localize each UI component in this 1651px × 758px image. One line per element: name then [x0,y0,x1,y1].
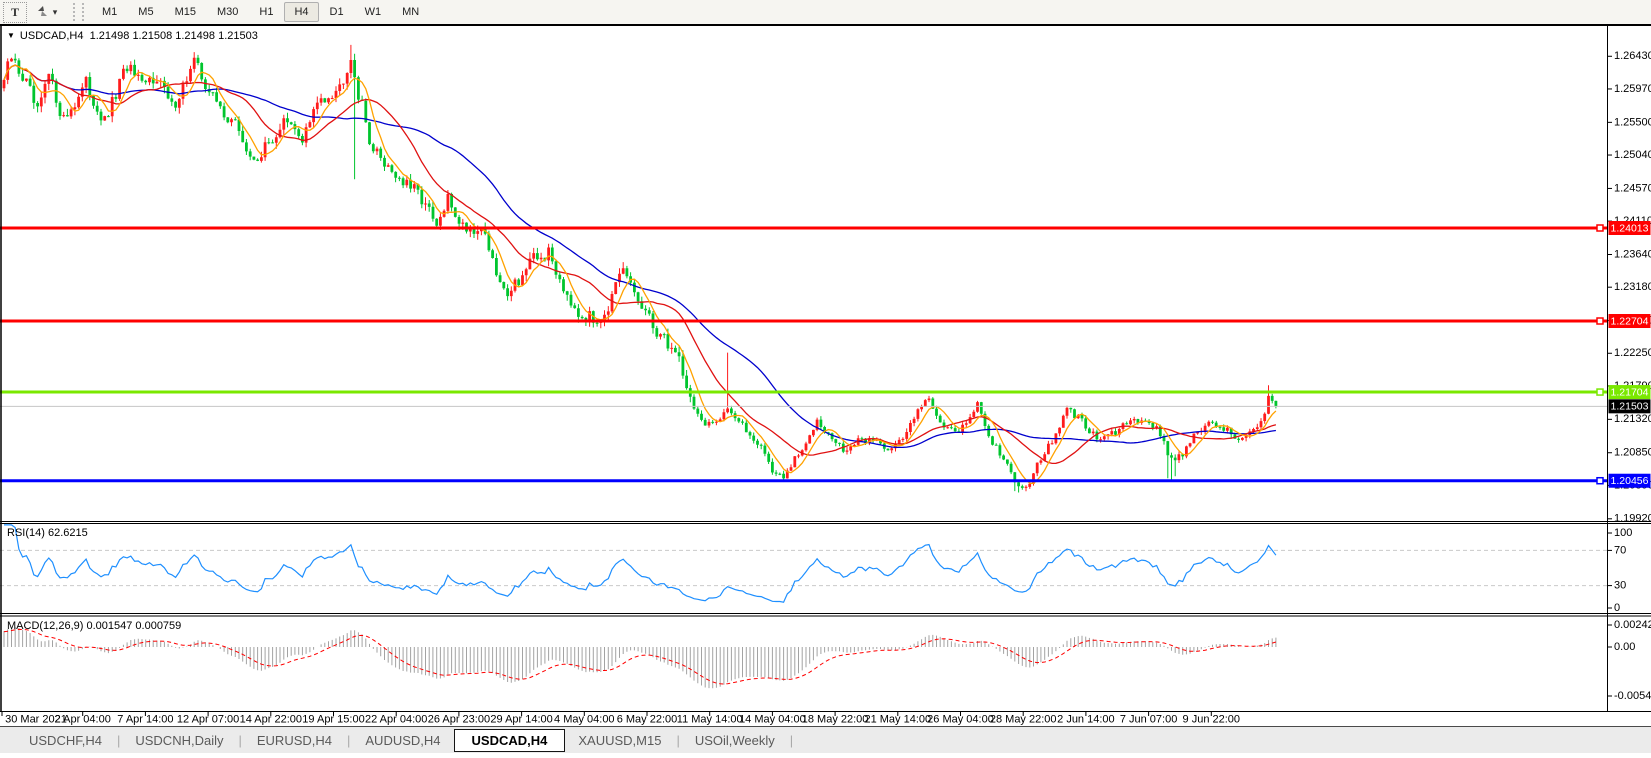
time-tick-label: 9 Jun 22:00 [1183,713,1241,725]
tab-separator: | [790,733,793,748]
time-tick-label: 19 Apr 15:00 [302,713,364,725]
rsi-pane [0,525,1607,602]
chart-symbol: USDCAD,H4 [20,30,84,42]
macd-histogram [4,627,1276,688]
macd-tick-label: -0.0054 [1614,690,1651,702]
text-tool-icon[interactable]: T [3,2,27,23]
arrows-tool-icon [35,3,50,21]
price-tick-label: 1.20850 [1614,447,1651,459]
level-badge-label: 1.24013 [1611,222,1649,234]
time-tick-label: 12 Apr 07:00 [177,713,239,725]
timeframe-button-H1[interactable]: H1 [249,2,283,22]
macd-tick-label: 0.002429 [1614,619,1651,631]
level-badge-label: 1.20456 [1611,475,1649,487]
hline-handle[interactable] [1597,225,1603,231]
ma-line-medium [4,65,1276,463]
price-tick-label: 1.23640 [1614,248,1651,260]
time-tick-label: 2 Jun 14:00 [1057,713,1115,725]
price-tick-label: 1.19920 [1614,513,1651,525]
timeframe-button-M5[interactable]: M5 [128,2,163,22]
tab-separator: | [117,733,120,748]
macd-tick-label: 0.00 [1614,641,1635,653]
time-tick-label: 7 Jun 07:00 [1120,713,1178,725]
timeframe-button-M1[interactable]: M1 [92,2,127,22]
chart-tab-USOil-Weekly[interactable]: USOil,Weekly [682,730,788,751]
time-tick-label: 26 Apr 23:00 [428,713,490,725]
symbol-tab-bar: USDCHF,H4|USDCNH,Daily|EURUSD,H4|AUDUSD,… [0,726,1651,753]
rsi-line [4,525,1276,602]
top-toolbar: T ▾ M1M5M15M30H1H4D1W1MN [0,0,1651,24]
price-tick-label: 1.25040 [1614,149,1651,161]
chart-tab-XAUUSD-M15[interactable]: XAUUSD,M15 [565,730,674,751]
rsi-tick-label: 100 [1614,527,1632,539]
tab-separator: | [347,733,350,748]
price-chart-canvas: 1.264301.259701.255001.250401.245701.241… [0,0,1651,753]
price-tick-label: 1.26430 [1614,50,1651,62]
dropdown-caret-icon: ▾ [53,7,58,18]
chart-tab-USDCHF-H4[interactable]: USDCHF,H4 [16,730,115,751]
hline-handle[interactable] [1597,318,1603,324]
tab-separator: | [676,733,679,748]
arrows-tool-button[interactable]: ▾ [29,3,63,22]
time-tick-label: 29 Apr 14:00 [490,713,552,725]
price-tick-label: 1.23180 [1614,281,1651,293]
timeframe-button-MN[interactable]: MN [392,2,429,22]
price-tick-label: 1.22250 [1614,347,1651,359]
bear-candle-bodies [14,58,1278,488]
time-tick-label: 18 May 22:00 [802,713,869,725]
time-tick-label: 14 May 04:00 [739,713,806,725]
level-badge-label: 1.21704 [1611,386,1649,398]
timeframe-button-W1[interactable]: W1 [355,2,392,22]
tab-separator: | [238,733,241,748]
main-price-pane [3,45,1278,493]
timeframe-button-D1[interactable]: D1 [320,2,354,22]
rsi-tick-label: 70 [1614,544,1626,556]
macd-indicator-label: MACD(12,26,9) 0.001547 0.000759 [7,620,181,632]
price-tick-label: 1.25970 [1614,83,1651,95]
bull-candle-wicks [4,45,1269,491]
rsi-indicator-label: RSI(14) 62.6215 [7,527,88,539]
timeframe-button-M15[interactable]: M15 [165,2,206,22]
macd-pane [4,627,1276,688]
time-tick-label: 22 Apr 04:00 [365,713,427,725]
chart-tab-USDCAD-H4[interactable]: USDCAD,H4 [454,729,566,752]
bull-candle-bodies [3,58,1270,488]
time-tick-label: 2 Apr 04:00 [55,713,111,725]
chart-tab-USDCNH-Daily[interactable]: USDCNH,Daily [122,730,236,751]
hline-handle[interactable] [1597,478,1603,484]
price-tick-label: 1.25500 [1614,116,1651,128]
chart-tab-AUDUSD-H4[interactable]: AUDUSD,H4 [352,730,453,751]
price-tick-label: 1.24570 [1614,182,1651,194]
timeframe-button-M30[interactable]: M30 [207,2,248,22]
time-tick-label: 4 May 04:00 [554,713,615,725]
toolbar-grip[interactable] [73,3,84,21]
price-tick-label: 1.21320 [1614,413,1651,425]
time-tick-label: 14 Apr 22:00 [240,713,302,725]
chart-title: ▼ USDCAD,H4 1.21498 1.21508 1.21498 1.215… [7,30,258,42]
time-tick-label: 11 May 14:00 [677,713,743,725]
current-price-badge-label: 1.21503 [1611,401,1649,413]
time-tick-label: 26 May 04:00 [927,713,994,725]
rsi-tick-label: 30 [1614,580,1626,592]
time-tick-label: 6 May 22:00 [617,713,678,725]
timeframe-button-group: M1M5M15M30H1H4D1W1MN [92,2,429,22]
ma-line-slow [4,65,1276,447]
timeframe-button-H4[interactable]: H4 [284,2,318,22]
time-tick-label: 28 May 22:00 [990,713,1057,725]
time-tick-label: 21 May 14:00 [864,713,931,725]
time-tick-label: 7 Apr 14:00 [117,713,173,725]
chart-dropdown-icon[interactable]: ▼ [7,31,15,40]
chart-tab-EURUSD-H4[interactable]: EURUSD,H4 [244,730,345,751]
chart-ohlc-values: 1.21498 1.21508 1.21498 1.21503 [90,30,258,42]
level-badge-label: 1.22704 [1611,315,1649,327]
macd-signal-line [4,629,1276,684]
hline-handle[interactable] [1597,389,1603,395]
rsi-tick-label: 0 [1614,602,1620,614]
